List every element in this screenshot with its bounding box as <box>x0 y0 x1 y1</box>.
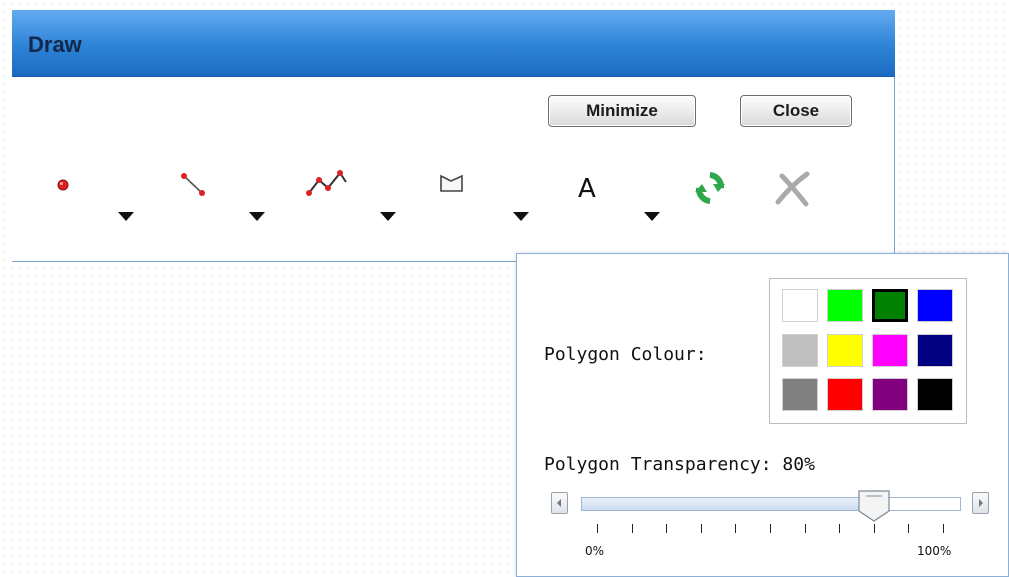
draw-title: Draw <box>28 32 82 57</box>
swatch-navy[interactable] <box>917 334 953 367</box>
slider-tick <box>943 524 944 533</box>
polygon-icon <box>440 174 463 192</box>
arrow-right-icon <box>979 499 983 507</box>
slider-tick <box>770 524 771 533</box>
slider-tick <box>666 524 668 533</box>
line-tool[interactable] <box>178 170 214 204</box>
polyline-icon <box>306 170 347 196</box>
swatch-purple[interactable] <box>872 378 908 411</box>
slider-tick <box>597 524 598 533</box>
polygon-tool[interactable] <box>437 172 467 200</box>
draw-panel: Draw <box>12 10 895 262</box>
swatch-yellow[interactable] <box>827 334 863 367</box>
swatch-red[interactable] <box>827 378 863 411</box>
swatch-lime[interactable] <box>827 289 863 322</box>
polygon-colour-label: Polygon Colour: <box>544 344 707 365</box>
slider-min-label: 0% <box>585 544 605 558</box>
point-tool[interactable] <box>52 174 74 200</box>
polygon-tool-dropdown[interactable] <box>513 212 529 221</box>
swatch-green[interactable] <box>872 289 908 322</box>
draw-header: Draw <box>12 10 895 77</box>
line-tool-dropdown[interactable] <box>249 212 265 221</box>
polyline-tool-dropdown[interactable] <box>380 212 396 221</box>
refresh-tool[interactable] <box>694 170 726 210</box>
slider-tick <box>700 524 702 533</box>
text-tool[interactable]: A <box>578 176 596 202</box>
slider-tick <box>804 524 806 533</box>
minimize-button[interactable]: Minimize <box>548 95 696 127</box>
transparency-slider-track[interactable] <box>581 497 961 511</box>
swatch-blue[interactable] <box>917 289 953 322</box>
slider-tick <box>631 524 633 533</box>
polygon-transparency-label: Polygon Transparency: 80% <box>544 454 815 475</box>
text-icon: A <box>578 174 596 204</box>
swatch-magenta[interactable] <box>872 334 908 367</box>
slider-max-label: 100% <box>917 544 952 558</box>
slider-increase-button[interactable] <box>972 492 989 514</box>
text-tool-dropdown[interactable] <box>644 212 660 221</box>
point-icon <box>57 179 69 191</box>
clear-tool[interactable] <box>772 170 812 212</box>
close-button[interactable]: Close <box>740 95 852 127</box>
line-icon <box>181 173 205 196</box>
arrow-left-icon <box>557 499 561 507</box>
colour-palette <box>769 278 967 424</box>
transparency-slider-thumb[interactable] <box>858 490 890 522</box>
slider-tick <box>839 524 841 533</box>
slider-tick <box>873 524 875 533</box>
clear-icon <box>775 171 810 207</box>
swatch-white[interactable] <box>782 289 818 322</box>
transparency-slider-fill <box>582 498 875 510</box>
slider-tick <box>908 524 910 533</box>
swatch-gray[interactable] <box>782 378 818 411</box>
slider-decrease-button[interactable] <box>551 492 568 514</box>
polyline-tool[interactable] <box>304 168 352 204</box>
slider-tick <box>735 524 737 533</box>
point-tool-dropdown[interactable] <box>118 212 134 221</box>
swatch-black[interactable] <box>917 378 953 411</box>
refresh-icon <box>695 172 725 204</box>
swatch-silver[interactable] <box>782 334 818 367</box>
